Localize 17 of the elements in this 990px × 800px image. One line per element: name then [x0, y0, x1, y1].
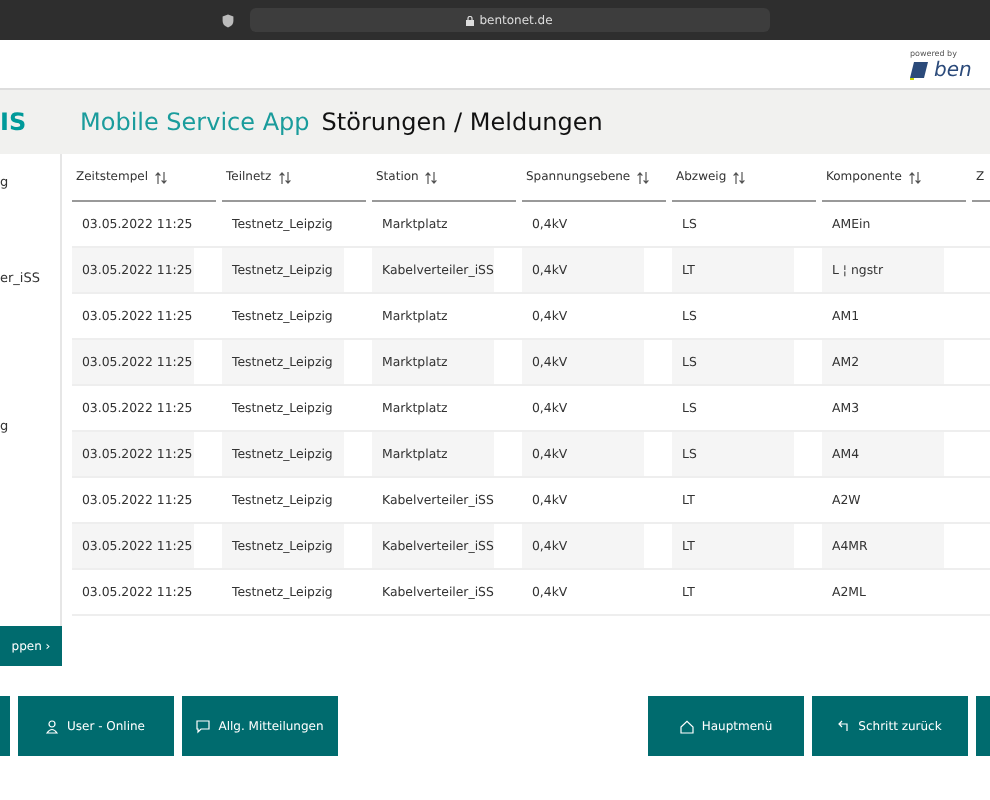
back-arrow-icon [838, 720, 851, 732]
sort-icon[interactable] [154, 171, 169, 183]
app-name: Mobile Service App [80, 108, 310, 136]
brand-label: IS [0, 108, 29, 136]
page-title: Störungen / Meldungen [321, 108, 603, 136]
sort-icon[interactable] [636, 171, 651, 183]
sort-icon[interactable] [732, 171, 747, 183]
sort-icon[interactable] [424, 171, 439, 183]
logo-text: ben [934, 59, 972, 81]
logo-icon [910, 60, 928, 80]
lock-icon [465, 15, 474, 25]
home-icon [679, 719, 694, 733]
sort-icon[interactable] [907, 171, 922, 183]
shield-icon[interactable] [221, 13, 233, 27]
chat-icon [196, 719, 211, 733]
user-icon [46, 719, 59, 733]
sort-icon[interactable] [277, 171, 292, 183]
